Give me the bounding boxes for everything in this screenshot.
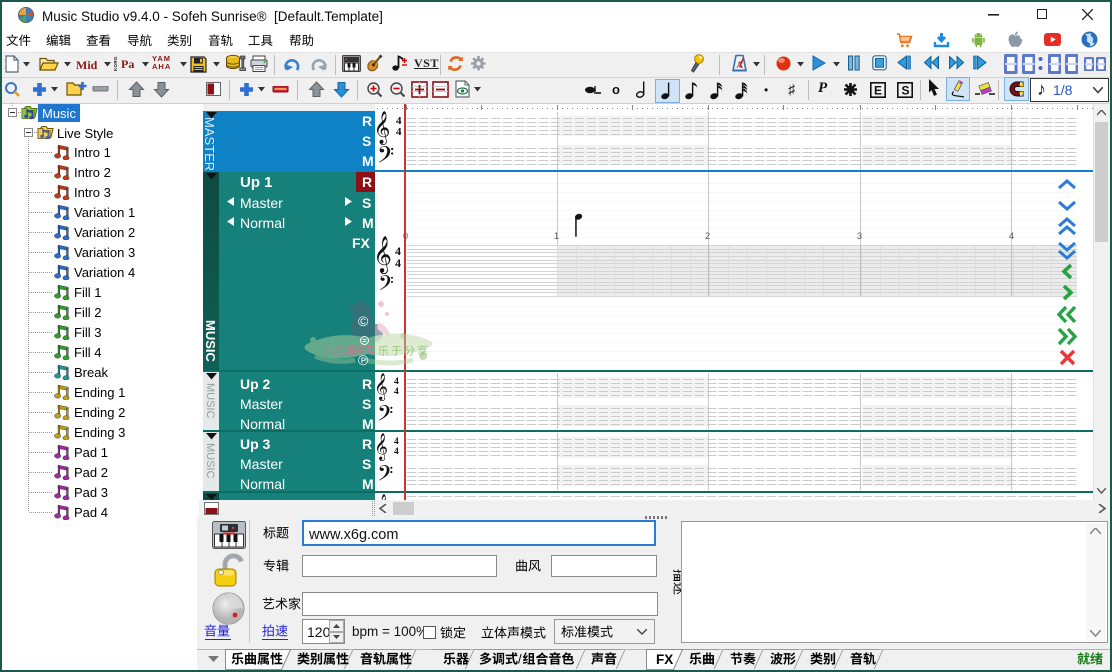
svg-text:/: /: [518, 651, 522, 666]
